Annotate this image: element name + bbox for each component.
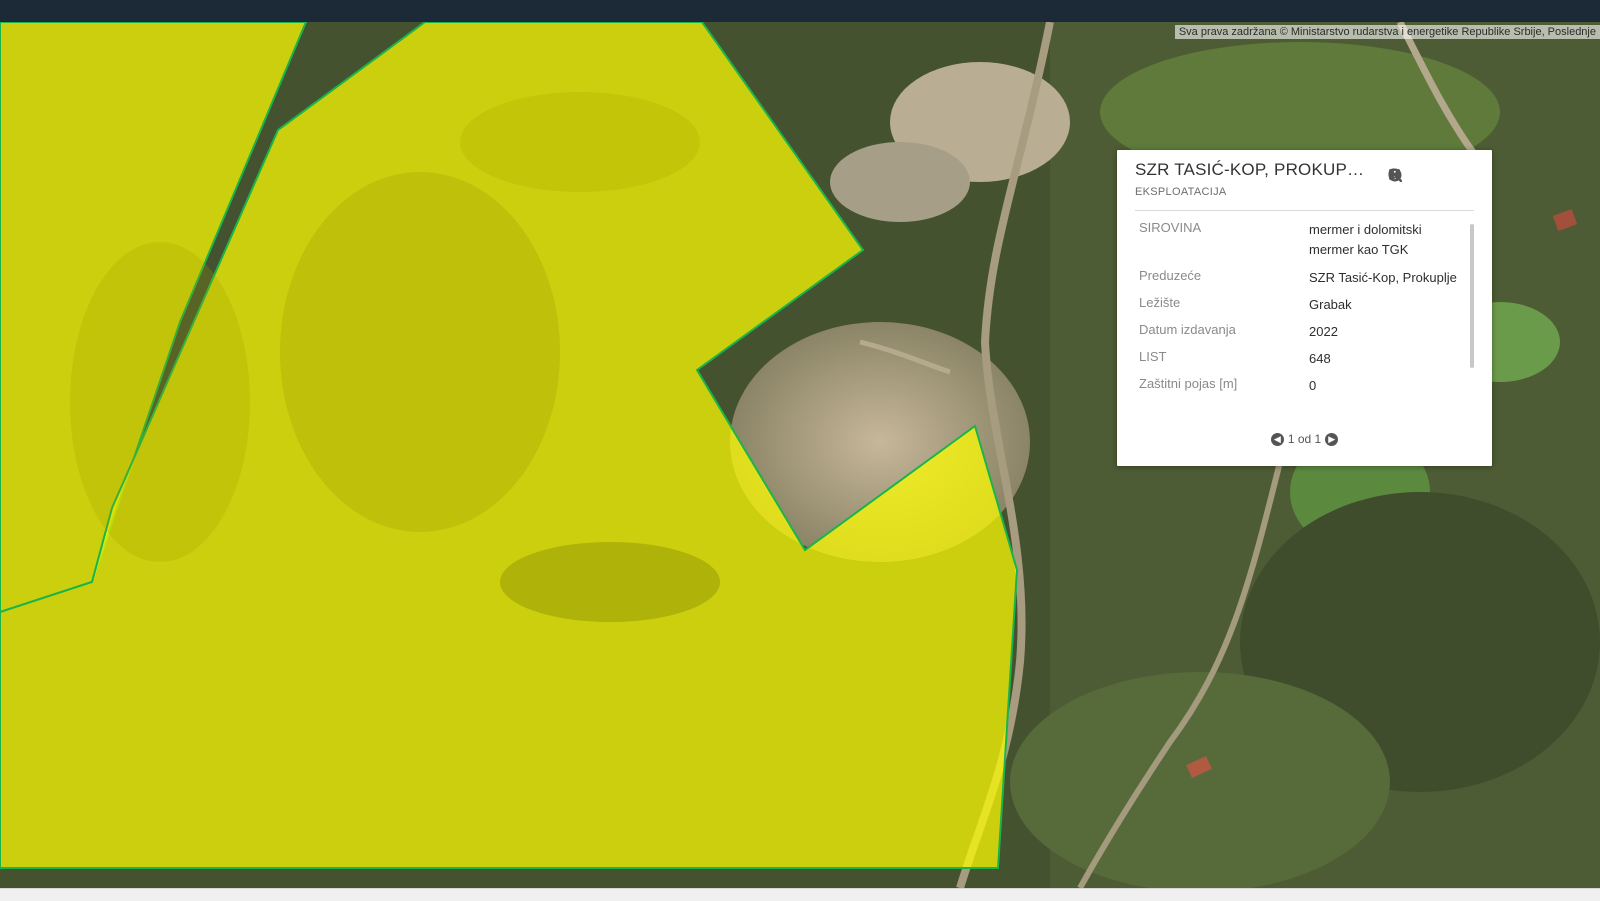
attribute-table: SIROVINA mermer i dolomitski mermer kao … [1139,220,1466,435]
attribute-value: Grabak [1309,297,1352,312]
attribute-row: Datum izdavanja 2022 [1139,322,1466,349]
popup-divider [1135,210,1474,211]
attribute-value: SZR Tasić-Kop, Prokuplje [1309,270,1457,285]
map-attribution: Sva prava zadržana © Ministarstvo rudars… [1174,25,1600,39]
bottom-strip [0,888,1600,901]
attribute-row: LIST 648 [1139,349,1466,376]
attribute-label: Preduzeće [1139,268,1202,283]
popup-subtitle: EKSPLOATACIJA [1135,186,1227,198]
popup-header: SZR TASIĆ-KOP, PROKUPL... EKSPLOATACIJA [1135,160,1474,210]
attribute-row: Ležište Grabak [1139,295,1466,322]
attribute-label: Zaštitni pojas [m] [1139,376,1238,391]
attribute-value: mermer i dolomitski mermer kao TGK [1309,222,1422,257]
next-arrow-icon[interactable]: ▶ [1325,432,1339,446]
pager-text: 1 od 1 [1287,432,1322,446]
attribute-value: 648 [1309,351,1331,366]
attribute-label: LIST [1139,349,1167,364]
top-bar [0,0,1600,22]
popup-scrollbar[interactable] [1470,224,1474,368]
satellite-map[interactable]: Sva prava zadržana © Ministarstvo rudars… [0,22,1600,888]
popup-title: SZR TASIĆ-KOP, PROKUPL... [1135,160,1365,179]
attribute-value: 0 [1309,378,1317,393]
attribute-row: Zaštitni pojas [m] 0 [1139,376,1466,403]
attribute-row: SIROVINA mermer i dolomitski mermer kao … [1139,220,1466,268]
close-icon[interactable] [1388,168,1472,188]
attribute-label: Datum izdavanja [1139,322,1236,337]
previous-arrow-icon[interactable]: ◀ [1270,432,1284,446]
popup-pager: ◀ 1 od 1 ▶ [1117,432,1492,446]
popup-actions [1388,168,1472,188]
attribute-row: Preduzeće SZR Tasić-Kop, Prokuplje [1139,268,1466,295]
magnifier-icon[interactable] [1388,168,1440,188]
attribute-value: 2022 [1309,324,1338,339]
attribute-label: Ležište [1139,295,1181,310]
attribute-label: SIROVINA [1139,220,1202,235]
feature-info-popup: SZR TASIĆ-KOP, PROKUPL... EKSPLOATACIJA … [1117,150,1492,466]
